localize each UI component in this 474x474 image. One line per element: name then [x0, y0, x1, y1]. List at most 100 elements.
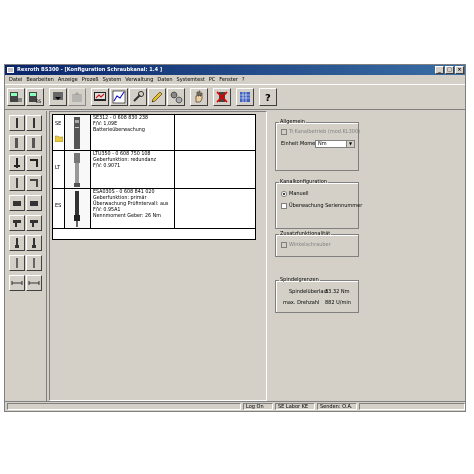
tool-help-button[interactable]: ? [259, 88, 277, 106]
spindle-icon [32, 238, 36, 248]
hand-icon [195, 90, 203, 103]
help-icon: ? [265, 93, 271, 104]
sidebar-tool-8[interactable] [26, 175, 42, 191]
component-info: LTU350 - 0 608 750 108 Geberfunktion: re… [91, 151, 175, 188]
component-table: SE SE312 - 0 608 830 238 F/V: 1,09E Batt… [52, 114, 256, 240]
table-icon [240, 92, 250, 102]
menu-help[interactable]: ? [242, 77, 245, 83]
tool-stop-button[interactable] [213, 88, 231, 106]
menu-anzeige[interactable]: Anzeige [58, 77, 78, 83]
angle-tool-icon [30, 179, 38, 187]
controller-icon [10, 92, 22, 102]
pistol-tool-icon [13, 220, 21, 227]
chevron-down-icon[interactable]: ▼ [346, 141, 354, 147]
serial-monitoring-checkbox[interactable] [281, 203, 287, 209]
minimize-button[interactable]: _ [435, 66, 444, 74]
sensor-image-icon [74, 153, 80, 187]
tool-system-1-button[interactable] [7, 88, 25, 106]
manual-label: Manuell [289, 191, 309, 197]
menu-pc[interactable]: PC [209, 77, 216, 83]
svg-text:?: ? [265, 93, 271, 104]
menu-fenster[interactable]: Fenster [219, 77, 238, 83]
sidebar-tool-18[interactable] [26, 275, 42, 291]
channel-legend: Kanalkonfiguration [280, 179, 328, 185]
angle-screwdriver-checkbox[interactable] [281, 242, 287, 248]
sidebar-tool-4[interactable] [26, 135, 42, 151]
sidebar-tool-16[interactable] [26, 255, 42, 271]
spindle-limits-legend: Spindelgrenzen [280, 277, 319, 283]
app-icon[interactable] [7, 67, 14, 73]
tool-graphic-button[interactable] [110, 88, 128, 106]
tool-edit-button[interactable] [148, 88, 166, 106]
tool-system-2-button[interactable]: BS [26, 88, 44, 106]
spindle-icon [33, 258, 35, 268]
menu-bar: Datei Bearbeiten Anzeige Prozeß System V… [5, 75, 465, 84]
sidebar-tool-2[interactable] [26, 115, 42, 131]
tool-manual-button[interactable] [190, 88, 208, 106]
component-info: SE312 - 0 608 830 238 F/V: 1,09E Batteri… [91, 115, 175, 150]
sidebar-tool-1[interactable] [9, 115, 25, 131]
spindle-overload-value: 33.32 Nm [325, 289, 350, 295]
sidebar-tool-3[interactable] [9, 135, 25, 151]
maximize-button[interactable]: □ [445, 66, 454, 74]
sidebar-tool-12[interactable] [26, 215, 42, 231]
menu-prozess[interactable]: Prozeß [82, 77, 99, 83]
extra-function-legend: Zusatzfunktionalität [280, 231, 331, 237]
max-speed-label: max. Drehzahl [283, 300, 320, 306]
sidebar-tool-9[interactable] [9, 195, 25, 211]
spindle-icon [16, 258, 18, 268]
spindle-icon [33, 118, 35, 128]
sidebar-tool-11[interactable] [9, 215, 25, 231]
screwdriver-image-icon [74, 191, 80, 227]
angle-screwdriver-label: Winkelschrauber [289, 242, 331, 248]
unit-select[interactable]: Nm ▼ [315, 140, 355, 148]
multichannel-checkbox[interactable] [281, 129, 287, 135]
sidebar-tool-15[interactable] [9, 255, 25, 271]
window-title: Rexroth BS300 - [Konfiguration Schraubka… [17, 67, 163, 73]
monitor-icon [94, 92, 106, 101]
menu-daten[interactable]: Daten [157, 77, 172, 83]
spindle-icon [16, 178, 18, 188]
menu-datei[interactable]: Datei [9, 77, 22, 83]
sidebar-tool-10[interactable] [26, 195, 42, 211]
spindle-icon [32, 138, 35, 148]
table-row[interactable]: SE SE312 - 0 608 830 238 F/V: 1,09E Batt… [53, 115, 255, 151]
tool-sidebar [5, 111, 47, 401]
menu-verwaltung[interactable]: Verwaltung [125, 77, 153, 83]
tool-diagnose-button[interactable] [91, 88, 109, 106]
close-button[interactable]: × [455, 66, 464, 74]
spindle-limits-group: Spindelgrenzen [275, 277, 359, 313]
folder-icon [55, 135, 63, 142]
menu-systemtest[interactable]: Systemtest [177, 77, 205, 83]
tool-tighten-button[interactable] [129, 88, 147, 106]
motor-icon [13, 201, 21, 206]
tool-download-button[interactable] [49, 88, 67, 106]
table-row[interactable]: ES ESA030S - 0 608 841 020 Geberfunktion… [53, 189, 255, 229]
status-send-value: O.A. [342, 404, 353, 410]
status-message [7, 403, 241, 410]
menu-system[interactable]: System [103, 77, 122, 83]
general-legend: Allgemein [280, 119, 305, 125]
sidebar-tool-5[interactable] [9, 155, 25, 171]
max-speed-value: 882 U/min [325, 300, 351, 306]
sidebar-tool-14[interactable] [26, 235, 42, 251]
component-abbr: ES [55, 203, 62, 209]
stop-icon [216, 91, 228, 103]
serial-monitoring-label: Überwachung Seriennummer [289, 203, 363, 209]
status-extra [359, 403, 465, 410]
tool-upload-button[interactable] [68, 88, 86, 106]
sidebar-tool-6[interactable] [26, 155, 42, 171]
tool-table-button[interactable] [236, 88, 254, 106]
sidebar-tool-17[interactable] [9, 275, 25, 291]
wrench-icon [133, 91, 144, 102]
spindle-icon [16, 118, 18, 128]
status-bar: Log On SE Labor KE Senden: O.A. [5, 401, 465, 411]
tool-configure-button[interactable] [167, 88, 185, 106]
menu-bearbeiten[interactable]: Bearbeiten [26, 77, 53, 83]
status-send-label: Senden [320, 404, 339, 410]
table-row[interactable]: LT LTU350 - 0 608 750 108 Geberfunktion:… [53, 151, 255, 189]
sidebar-tool-7[interactable] [9, 175, 25, 191]
sidebar-tool-13[interactable] [9, 235, 25, 251]
motor-icon [30, 201, 38, 206]
manual-radio[interactable] [281, 191, 287, 197]
